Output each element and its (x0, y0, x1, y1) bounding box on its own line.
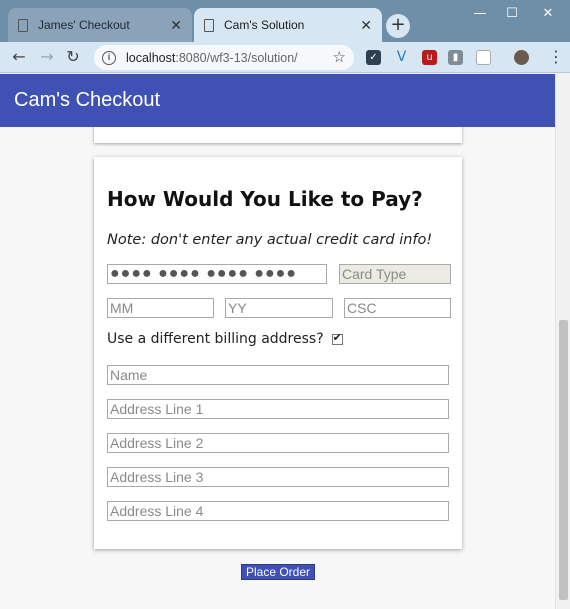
address-line-2-input[interactable] (107, 433, 449, 453)
close-tab-icon[interactable]: ✕ (360, 17, 372, 34)
payment-note: Note: don't enter any actual credit card… (107, 232, 433, 248)
payment-heading: How Would You Like to Pay? (107, 187, 423, 211)
csc-input[interactable] (344, 298, 451, 318)
close-window-button[interactable]: ✕ (530, 0, 566, 28)
tab-cams-solution[interactable]: Cam's Solution ✕ (194, 8, 382, 42)
back-arrow-icon[interactable]: ← (8, 46, 30, 68)
page-content: How Would You Like to Pay? Note: don't e… (0, 127, 555, 609)
minimize-button[interactable]: — (462, 0, 498, 28)
reload-icon[interactable]: ↻ (62, 46, 84, 68)
extension-icon[interactable]: ▮ (448, 50, 463, 65)
app-header: Cam's Checkout (0, 74, 555, 127)
bookmark-star-icon[interactable]: ☆ (333, 48, 346, 66)
tab-label: Cam's Solution (224, 18, 305, 32)
checkmark-icon: ✔ (332, 330, 342, 344)
app-title: Cam's Checkout (14, 89, 161, 111)
name-input[interactable] (107, 365, 449, 385)
previous-card (94, 127, 462, 143)
tab-label: James' Checkout (38, 18, 130, 32)
profile-avatar[interactable] (514, 50, 529, 65)
extension-icon[interactable] (476, 50, 491, 65)
site-info-icon[interactable]: i (102, 50, 116, 65)
browser-toolbar: ← → ↻ i localhost:8080/wf3-13/solution/ … (0, 42, 570, 73)
url-path: :8080/wf3-13/solution/ (175, 50, 298, 65)
document-icon (18, 18, 28, 32)
billing-address-toggle: Use a different billing address? ✔ (107, 331, 343, 347)
billing-address-label: Use a different billing address? (107, 331, 324, 347)
address-line-3-input[interactable] (107, 467, 449, 487)
address-line-4-input[interactable] (107, 501, 449, 521)
page-scrollbar[interactable] (555, 74, 570, 609)
scrollbar-thumb[interactable] (559, 320, 568, 600)
card-number-input[interactable] (107, 264, 327, 284)
forward-arrow-icon[interactable]: → (36, 46, 58, 68)
card-type-select[interactable] (339, 264, 451, 284)
browser-menu-icon[interactable]: ⋮ (548, 49, 564, 67)
pocket-extension-icon[interactable]: ✓ (366, 50, 381, 65)
address-bar[interactable]: i localhost:8080/wf3-13/solution/ ☆ (94, 45, 354, 70)
document-icon (204, 18, 214, 32)
maximize-button[interactable]: ☐ (494, 0, 530, 28)
payment-card: How Would You Like to Pay? Note: don't e… (94, 157, 462, 549)
billing-address-checkbox[interactable]: ✔ (331, 330, 343, 345)
expiry-year-input[interactable] (225, 298, 333, 318)
browser-tabstrip: James' Checkout ✕ Cam's Solution ✕ + — ☐… (0, 0, 570, 42)
address-line-1-input[interactable] (107, 399, 449, 419)
close-tab-icon[interactable]: ✕ (170, 17, 182, 34)
expiry-month-input[interactable] (107, 298, 214, 318)
tab-james-checkout[interactable]: James' Checkout ✕ (8, 8, 192, 42)
vue-devtools-icon[interactable]: V (394, 50, 409, 65)
url-host: localhost (126, 50, 176, 65)
place-order-button[interactable]: Place Order (241, 564, 315, 580)
ublock-icon[interactable]: u (422, 50, 437, 65)
new-tab-button[interactable]: + (386, 14, 410, 38)
